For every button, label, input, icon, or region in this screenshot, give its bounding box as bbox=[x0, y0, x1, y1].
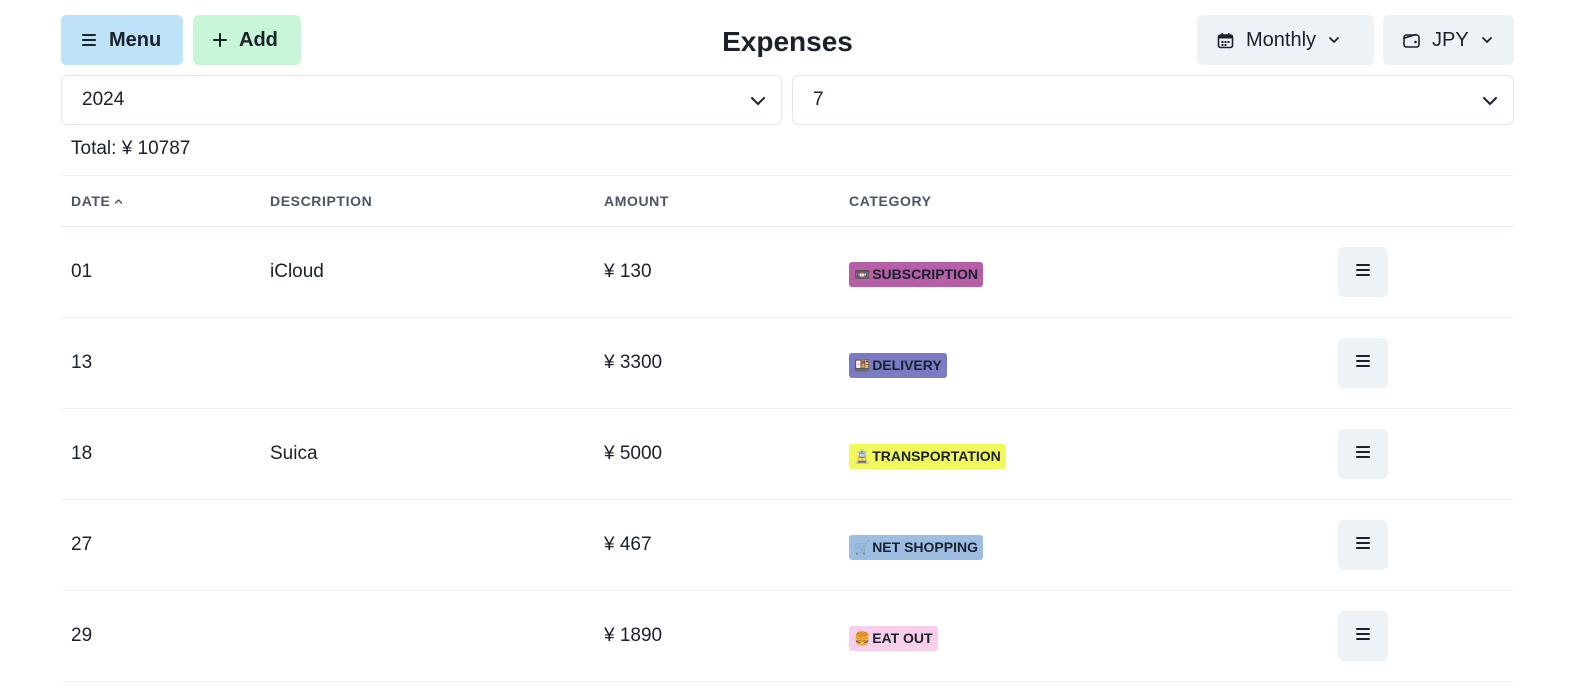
cell-date: 27 bbox=[71, 534, 93, 555]
period-label: Monthly bbox=[1246, 28, 1317, 51]
cell-amount: ¥ 130 bbox=[604, 261, 652, 282]
year-select[interactable]: 2024 bbox=[61, 75, 782, 125]
column-header-category[interactable]: CATEGORY bbox=[849, 176, 932, 227]
chevron-up-icon bbox=[114, 198, 123, 205]
cell-date: 13 bbox=[71, 352, 93, 373]
add-button-label: Add bbox=[239, 28, 278, 51]
cell-category: 🛒 NET SHOPPING bbox=[849, 534, 983, 560]
table-row: 18 Suica ¥ 5000 🚊 TRANSPORTATION bbox=[61, 409, 1514, 500]
row-action-menu-button[interactable] bbox=[1338, 247, 1388, 297]
cell-date: 01 bbox=[71, 261, 93, 282]
table-row: 27 ¥ 467 🛒 NET SHOPPING bbox=[61, 500, 1514, 591]
month-select[interactable]: 7 bbox=[792, 75, 1514, 125]
category-emoji-icon: 🚊 bbox=[854, 449, 871, 464]
chevron-down-icon bbox=[1481, 36, 1493, 44]
chevron-down-icon bbox=[750, 92, 766, 116]
row-action-menu-button[interactable] bbox=[1338, 611, 1388, 661]
table-row: 01 iCloud ¥ 130 📼 SUBSCRIPTION bbox=[61, 227, 1514, 318]
currency-dropdown-button[interactable]: JPY bbox=[1383, 15, 1514, 65]
table-header: DATE DESCRIPTION AMOUNT CATEGORY bbox=[61, 175, 1514, 227]
category-label: SUBSCRIPTION bbox=[872, 266, 978, 282]
chevron-down-icon bbox=[1328, 36, 1340, 44]
cell-category: 🚊 TRANSPORTATION bbox=[849, 443, 1006, 469]
hamburger-icon bbox=[1355, 263, 1371, 282]
expenses-table: DATE DESCRIPTION AMOUNT CATEGORY 01 iClo… bbox=[61, 175, 1514, 682]
cell-date: 29 bbox=[71, 625, 93, 646]
menu-button-label: Menu bbox=[109, 28, 162, 51]
row-action-menu-button[interactable] bbox=[1338, 338, 1388, 388]
column-header-date-label: DATE bbox=[71, 193, 111, 209]
column-header-date[interactable]: DATE bbox=[71, 176, 123, 227]
cell-category: 📼 SUBSCRIPTION bbox=[849, 261, 983, 287]
cell-category: 🍔 EAT OUT bbox=[849, 625, 938, 651]
currency-label: JPY bbox=[1432, 28, 1469, 51]
row-action-menu-button[interactable] bbox=[1338, 520, 1388, 570]
year-select-value: 2024 bbox=[82, 89, 125, 110]
category-label: EAT OUT bbox=[872, 630, 933, 646]
category-emoji-icon: 🍔 bbox=[854, 631, 871, 646]
row-action-menu-button[interactable] bbox=[1338, 429, 1388, 479]
wallet-icon bbox=[1403, 33, 1420, 48]
category-badge: 📼 SUBSCRIPTION bbox=[849, 262, 983, 287]
cell-amount: ¥ 1890 bbox=[604, 625, 663, 646]
hamburger-icon bbox=[1355, 627, 1371, 646]
cell-amount: ¥ 467 bbox=[604, 534, 652, 555]
cell-category: 🍱 DELIVERY bbox=[849, 352, 947, 378]
chevron-down-icon bbox=[1482, 92, 1498, 116]
hamburger-icon bbox=[81, 33, 97, 47]
cell-amount: ¥ 5000 bbox=[604, 443, 663, 464]
category-emoji-icon: 🛒 bbox=[854, 540, 871, 555]
top-bar: Menu Add Expenses Monthly JPY bbox=[61, 15, 1514, 65]
hamburger-icon bbox=[1355, 536, 1371, 555]
hamburger-icon bbox=[1355, 354, 1371, 373]
menu-button[interactable]: Menu bbox=[61, 15, 183, 65]
period-dropdown-button[interactable]: Monthly bbox=[1197, 15, 1374, 65]
month-select-value: 7 bbox=[813, 89, 824, 110]
cell-amount: ¥ 3300 bbox=[604, 352, 663, 373]
category-label: TRANSPORTATION bbox=[872, 448, 1001, 464]
total-amount: Total: ¥ 10787 bbox=[71, 138, 191, 159]
calendar-icon bbox=[1217, 32, 1234, 49]
category-emoji-icon: 🍱 bbox=[854, 358, 871, 373]
table-row: 29 ¥ 1890 🍔 EAT OUT bbox=[61, 591, 1514, 682]
category-label: NET SHOPPING bbox=[872, 539, 978, 555]
add-button[interactable]: Add bbox=[193, 15, 301, 65]
cell-description: iCloud bbox=[270, 261, 324, 282]
plus-icon bbox=[213, 33, 227, 47]
column-header-amount[interactable]: AMOUNT bbox=[604, 176, 669, 227]
table-body: 01 iCloud ¥ 130 📼 SUBSCRIPTION 13 ¥ 3300… bbox=[61, 227, 1514, 682]
category-emoji-icon: 📼 bbox=[854, 267, 871, 282]
category-badge: 🚊 TRANSPORTATION bbox=[849, 444, 1006, 469]
category-badge: 🛒 NET SHOPPING bbox=[849, 535, 983, 560]
column-header-description[interactable]: DESCRIPTION bbox=[270, 176, 372, 227]
cell-description: Suica bbox=[270, 443, 318, 464]
hamburger-icon bbox=[1355, 445, 1371, 464]
cell-date: 18 bbox=[71, 443, 93, 464]
category-badge: 🍔 EAT OUT bbox=[849, 626, 938, 651]
category-badge: 🍱 DELIVERY bbox=[849, 353, 947, 378]
table-row: 13 ¥ 3300 🍱 DELIVERY bbox=[61, 318, 1514, 409]
category-label: DELIVERY bbox=[872, 357, 942, 373]
